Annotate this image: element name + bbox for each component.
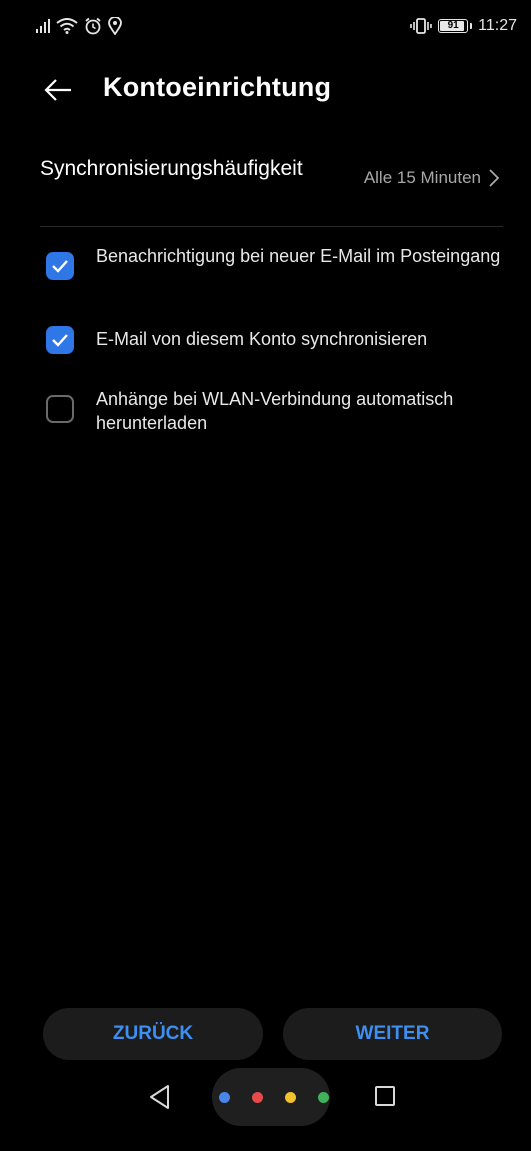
status-bar: 91 11:27: [0, 0, 531, 52]
assistant-dot-red: [252, 1092, 263, 1103]
checkmark-icon: [52, 334, 68, 347]
battery-icon: 91: [438, 19, 469, 33]
alarm-icon: [85, 17, 101, 35]
nav-recent-apps-icon[interactable]: [375, 1086, 395, 1106]
checkbox-sync-account[interactable]: [46, 326, 74, 354]
chevron-right-icon: [489, 169, 500, 187]
option-label: E-Mail von diesem Konto synchronisieren: [96, 329, 428, 349]
assistant-dot-blue: [219, 1092, 230, 1103]
page-title: Kontoeinrichtung: [103, 72, 332, 102]
app-header: Kontoeinrichtung: [0, 60, 531, 116]
assistant-dot-yellow: [285, 1092, 296, 1103]
nav-home-button[interactable]: [212, 1068, 330, 1126]
checkbox-new-mail-notification[interactable]: [46, 252, 74, 280]
option-label: Benachrichtigung bei neuer E-Mail im Pos…: [96, 246, 501, 266]
option-auto-download-attachments[interactable]: Anhänge bei WLAN-Verbindung automatisch …: [44, 387, 514, 437]
checkbox-auto-download-attachments[interactable]: [46, 395, 74, 423]
back-button[interactable]: [38, 70, 78, 110]
battery-tip: [470, 23, 473, 29]
system-nav-bar: [0, 1068, 531, 1151]
option-new-mail-notification[interactable]: Benachrichtigung bei neuer E-Mail im Pos…: [44, 244, 514, 294]
arrow-left-icon: [44, 79, 71, 101]
nav-back-icon[interactable]: [148, 1084, 172, 1110]
assistant-dot-green: [318, 1092, 329, 1103]
status-time: 11:27: [478, 17, 517, 34]
status-right-icons: 91 11:27: [410, 14, 517, 38]
sync-frequency-label: Synchronisierungshäufigkeit: [40, 157, 303, 180]
sync-frequency-value: Alle 15 Minuten: [363, 168, 481, 187]
status-left-icons: [36, 14, 122, 38]
option-label: Anhänge bei WLAN-Verbindung automatisch …: [96, 389, 454, 433]
option-sync-account[interactable]: E-Mail von diesem Konto synchronisieren: [44, 326, 514, 357]
checkmark-icon: [52, 260, 68, 273]
next-action-button[interactable]: WEITER: [283, 1008, 502, 1060]
vibrate-icon: [410, 18, 432, 34]
signal-icon: [36, 19, 50, 33]
back-action-button[interactable]: ZURÜCK: [43, 1008, 263, 1060]
location-icon: [108, 17, 122, 35]
sync-frequency-row[interactable]: Synchronisierungshäufigkeit Alle 15 Minu…: [40, 150, 503, 227]
wifi-icon: [56, 18, 78, 34]
battery-level-text: 91: [447, 20, 459, 31]
